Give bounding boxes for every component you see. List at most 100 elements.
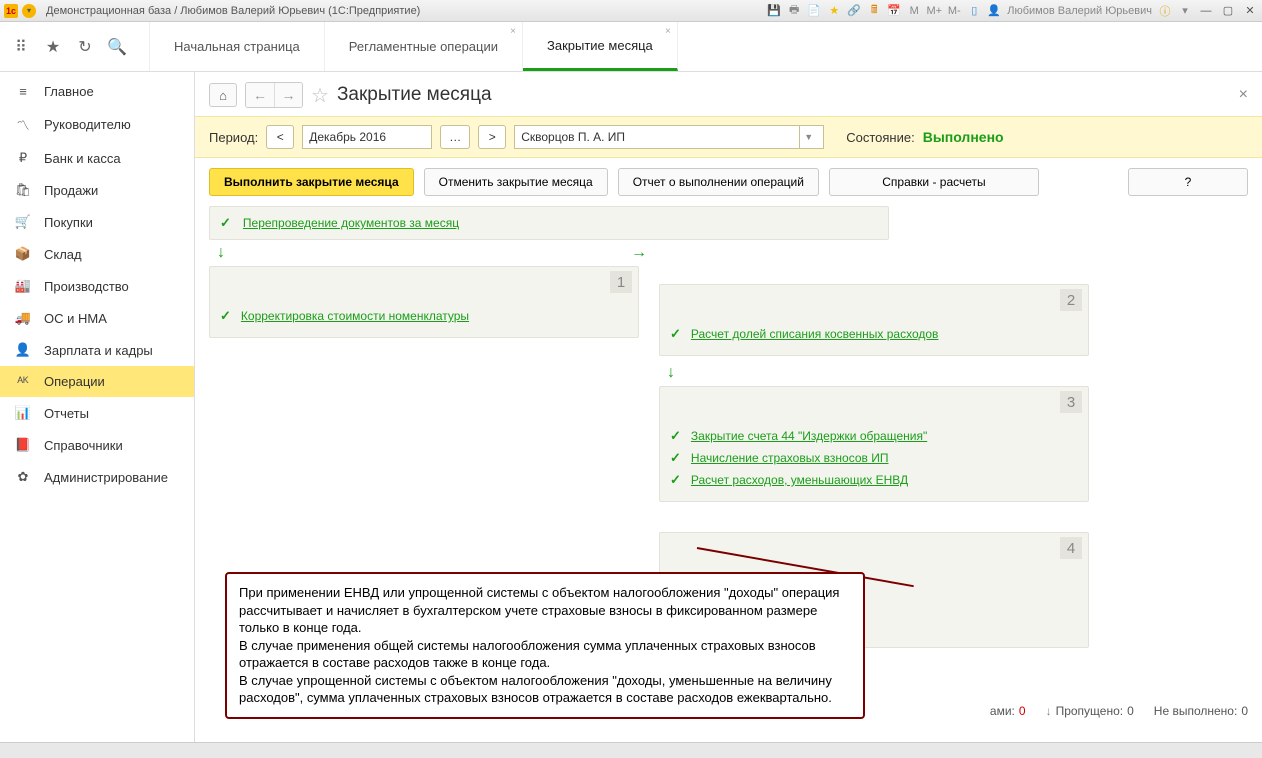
page-title: Закрытие месяца [337,84,492,106]
state-value: Выполнено [923,129,1004,145]
period-value: Декабрь 2016 [309,130,386,144]
status-skipped-label: Пропущено: [1056,704,1124,718]
apps-icon[interactable]: ⠿ [12,38,30,56]
stage-number: 2 [1060,289,1082,311]
tab-label: Начальная страница [174,39,300,54]
history-icon[interactable]: ↻ [76,38,94,56]
close-icon[interactable]: × [510,26,516,37]
info-icon[interactable]: ⓘ [1158,4,1172,18]
m-button[interactable]: M [907,4,921,18]
doc-icon[interactable]: 📄 [807,4,821,18]
sidebar-item-operations[interactable]: ᴬᴷОперации [0,366,194,397]
stage-2: 2 ✓ Расчет долей списания косвенных расхо… [659,284,1089,356]
cancel-close-button[interactable]: Отменить закрытие месяца [424,168,608,196]
favorites-icon[interactable]: ★ [44,38,62,56]
panel-icon[interactable]: ▯ [967,4,981,18]
period-picker-button[interactable]: … [440,125,470,149]
period-prev-button[interactable]: < [266,125,294,149]
op-link[interactable]: Корректировка стоимости номенклатуры [241,309,469,323]
link-icon[interactable]: 🔗 [847,4,861,18]
bag-icon: 🛍 [14,182,32,198]
tab-home[interactable]: Начальная страница [150,22,325,71]
sidebar-item-label: Склад [44,247,82,262]
search-icon[interactable]: 🔍 [108,38,126,56]
status-errors-label: ами: [990,704,1015,718]
state-label: Состояние: [846,130,914,145]
status-errors-value: 0 [1019,704,1026,718]
minimize-button[interactable]: — [1198,4,1214,18]
user-name: Любимов Валерий Юрьевич [1007,5,1152,17]
star-icon[interactable]: ★ [827,4,841,18]
period-input[interactable]: Декабрь 2016 [302,125,432,149]
check-icon: ✓ [670,326,681,342]
organization-select[interactable]: Скворцов П. А. ИП ▼ [514,125,824,149]
sidebar-item-label: Главное [44,84,94,99]
ops-report-button[interactable]: Отчет о выполнении операций [618,168,819,196]
sidebar-item-production[interactable]: 🏭Производство [0,270,194,302]
tab-reg-ops[interactable]: Регламентные операции× [325,22,523,71]
op-link[interactable]: Закрытие счета 44 "Издержки обращения" [691,429,927,443]
arrow-right-icon: → [631,244,647,262]
sidebar-item-bank[interactable]: ₽Банк и касса [0,142,194,174]
save-icon[interactable]: 💾 [767,4,781,18]
maximize-button[interactable]: ▢ [1220,4,1236,18]
app-logo-icon: 1c [4,4,18,18]
forward-button[interactable]: → [274,83,302,107]
arrow-down-icon: ↓ [209,240,1248,266]
chevron-down-icon[interactable]: ▼ [799,126,817,148]
dropdown-icon[interactable]: ▾ [22,4,36,18]
nav-group: ← → [245,82,303,108]
favorite-button[interactable]: ☆ [311,83,329,108]
sidebar-item-hr[interactable]: 👤Зарплата и кадры [0,334,194,366]
m-minus-button[interactable]: M- [947,4,961,18]
sidebar-item-main[interactable]: ≡ Главное [0,76,194,107]
sidebar-item-reports[interactable]: 📊 Отчеты [0,397,194,429]
reports-icon: 📊 [14,405,32,421]
main-panel: ⌂ ← → ☆ Закрытие месяца × Период: < Дека… [195,72,1262,742]
status-bar: ами: 0 ↓Пропущено: 0 Не выполнено: 0 [990,704,1248,718]
home-button[interactable]: ⌂ [209,83,237,107]
check-icon: ✓ [670,428,681,444]
sidebar-item-purchases[interactable]: 🛒Покупки [0,206,194,238]
op-link[interactable]: Расчет расходов, уменьшающих ЕНВД [691,473,908,487]
tab-label: Закрытие месяца [547,38,653,53]
sidebar-item-label: Покупки [44,215,93,230]
op-link-insurance[interactable]: Начисление страховых взносов ИП [691,451,889,465]
sidebar-item-label: Администрирование [44,470,168,485]
sidebar-item-sales[interactable]: 🛍Продажи [0,174,194,206]
sidebar-item-label: Отчеты [44,406,89,421]
stage-1: 1 ✓Корректировка стоимости номенклатуры [209,266,639,338]
window-title: Демонстрационная база / Любимов Валерий … [46,5,420,17]
info-dd-icon[interactable]: ▾ [1178,4,1192,18]
sidebar-item-warehouse[interactable]: 📦Склад [0,238,194,270]
top-nav: ⠿ ★ ↻ 🔍 Начальная страница Регламентные … [0,22,1262,72]
print-icon[interactable]: 🖶 [787,4,801,18]
sidebar-item-manager[interactable]: 〽Руководителю [0,107,194,142]
sidebar: ≡Главное 〽Руководителю ₽Банк и касса 🛍Пр… [0,72,195,742]
help-button[interactable]: ? [1128,168,1248,196]
arrow-down-icon: ↓ [1046,704,1052,718]
status-notdone-value: 0 [1241,704,1248,718]
tab-close-month[interactable]: Закрытие месяца × [523,22,678,71]
op-link[interactable]: Расчет долей списания косвенных расходов [691,327,939,341]
refs-button[interactable]: Справки - расчеты [829,168,1039,196]
stage-reprocess: ✓ Перепроведение документов за месяц [209,206,889,240]
period-next-button[interactable]: > [478,125,506,149]
calc-icon[interactable]: 🖩 [867,4,881,18]
op-link-reprocess[interactable]: Перепроведение документов за месяц [243,216,459,230]
sidebar-item-references[interactable]: 📕Справочники [0,429,194,461]
close-page-button[interactable]: × [1239,86,1248,104]
sidebar-item-assets[interactable]: 🚚ОС и НМА [0,302,194,334]
calendar-icon[interactable]: 📅 [887,4,901,18]
home-icon: ≡ [14,84,32,99]
sidebar-item-admin[interactable]: ✿Администрирование [0,461,194,493]
horizontal-scrollbar[interactable] [0,742,1262,758]
m-plus-button[interactable]: M+ [927,4,941,18]
back-button[interactable]: ← [246,83,274,107]
arrow-down-icon: ↓ [659,360,1089,386]
close-window-button[interactable]: ✕ [1242,4,1258,18]
sidebar-item-label: Производство [44,279,129,294]
run-close-button[interactable]: Выполнить закрытие месяца [209,168,414,196]
sidebar-item-label: Справочники [44,438,123,453]
close-icon[interactable]: × [665,26,671,37]
